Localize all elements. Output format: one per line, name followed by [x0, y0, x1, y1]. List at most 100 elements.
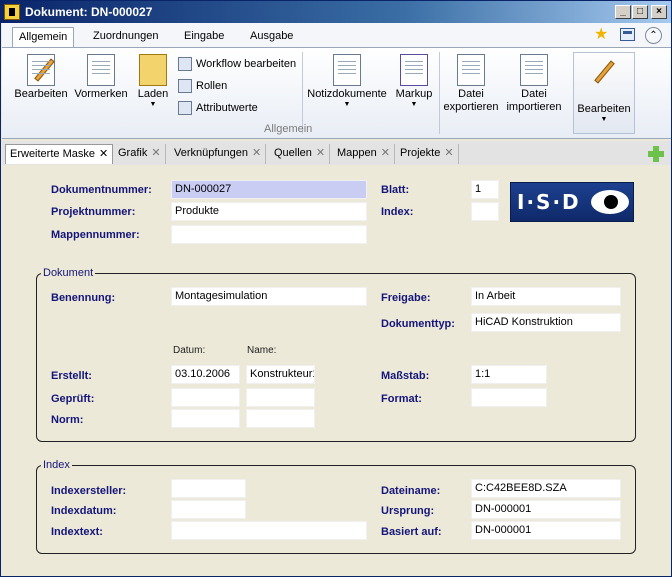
massstab-label: Maßstab: [381, 370, 430, 382]
index-field[interactable] [471, 202, 499, 221]
ursprung-label: Ursprung: [381, 505, 435, 517]
ribbon: Bearbeiten Vormerken Laden ▼ Workflow be… [2, 47, 671, 139]
document-window: Dokument: DN-000027 _ □ × Allgemein Zuor… [0, 0, 672, 577]
erstellt-datum-field[interactable]: 03.10.2006 [171, 365, 240, 384]
isd-logo: I·S·D [510, 182, 634, 222]
indexdatum-field[interactable] [171, 500, 246, 519]
bearbeiten-button[interactable]: Bearbeiten [13, 54, 69, 101]
attributes-icon [178, 101, 192, 115]
note-document-icon [333, 54, 361, 86]
ursprung-field[interactable]: DN-000001 [471, 500, 621, 519]
close-icon[interactable]: ✕ [151, 147, 160, 159]
format-field[interactable] [471, 388, 547, 407]
indexersteller-label: Indexersteller: [51, 485, 127, 497]
close-button[interactable]: × [651, 5, 667, 19]
datei-exportieren-button[interactable]: Datei exportieren [441, 54, 501, 114]
app-icon[interactable] [4, 4, 20, 20]
chevron-down-icon: ▼ [600, 116, 608, 123]
norm-datum-field[interactable] [171, 409, 240, 428]
chevron-down-icon: ▼ [410, 101, 418, 108]
laden-button[interactable]: Laden ▼ [134, 54, 172, 109]
geprueft-label: Geprüft: [51, 393, 95, 405]
format-label: Format: [381, 393, 422, 405]
datei-importieren-button[interactable]: Datei importieren [503, 54, 565, 114]
close-icon[interactable]: ✕ [252, 147, 261, 159]
maximize-button[interactable]: □ [632, 5, 648, 19]
dokumenttyp-label: Dokumenttyp: [381, 318, 455, 330]
freigabe-field[interactable]: In Arbeit [471, 287, 621, 306]
basiert-field[interactable]: DN-000001 [471, 521, 621, 540]
bearbeiten-dropdown-button[interactable]: Bearbeiten ▼ [573, 52, 635, 134]
benennung-field[interactable]: Montagesimulation [171, 287, 367, 306]
markup-icon [400, 54, 428, 86]
basiert-label: Basiert auf: [381, 526, 442, 538]
export-file-icon [457, 54, 485, 86]
blatt-label: Blatt: [381, 184, 410, 196]
rollen-button[interactable]: Rollen [178, 78, 227, 96]
freigabe-label: Freigabe: [381, 292, 431, 304]
eye-icon [591, 190, 629, 214]
erstellt-name-field[interactable]: Konstrukteur1 [246, 365, 315, 384]
datum-header: Datum: [173, 345, 206, 356]
attributwerte-button[interactable]: Attributwerte [178, 100, 258, 118]
tab-mappen[interactable]: Mappen ✕ [333, 144, 395, 164]
norm-name-field[interactable] [246, 409, 315, 428]
geprueft-name-field[interactable] [246, 388, 315, 407]
tab-quellen[interactable]: Quellen ✕ [270, 144, 331, 164]
tab-ausgabe[interactable]: Ausgabe [244, 27, 299, 47]
roles-icon [178, 79, 192, 93]
mappennummer-field[interactable] [171, 225, 367, 244]
close-icon[interactable]: ✕ [444, 147, 453, 159]
star-icon[interactable]: ★ [594, 26, 608, 44]
chevron-down-icon: ▼ [149, 101, 157, 108]
dateiname-field[interactable]: C:C42BEE8D.SZA [471, 479, 621, 498]
vormerken-button[interactable]: Vormerken [72, 54, 130, 101]
import-file-icon [520, 54, 548, 86]
form-content: Dokumentnummer: DN-000027 Projektnummer:… [2, 165, 671, 576]
title-bar[interactable]: Dokument: DN-000027 _ □ × [1, 1, 671, 23]
benennung-label: Benennung: [51, 292, 116, 304]
dateiname-label: Dateiname: [381, 485, 441, 497]
close-icon[interactable]: ✕ [99, 148, 108, 160]
projektnummer-label: Projektnummer: [51, 206, 136, 218]
indexersteller-field[interactable] [171, 479, 246, 498]
folder-icon [139, 54, 167, 86]
tab-projekte[interactable]: Projekte ✕ [396, 144, 459, 164]
minimize-button[interactable]: _ [615, 5, 631, 19]
window-title: Dokument: DN-000027 [25, 5, 153, 19]
massstab-field[interactable]: 1:1 [471, 365, 547, 384]
collapse-ribbon-icon[interactable]: ⌃ [645, 27, 662, 44]
tab-zuordnungen[interactable]: Zuordnungen [87, 27, 164, 47]
norm-label: Norm: [51, 414, 84, 426]
tab-erweiterte-maske[interactable]: Erweiterte Maske ✕ [5, 144, 114, 164]
tab-verknuepfungen[interactable]: Verknüpfungen ✕ [170, 144, 267, 164]
add-tab-icon[interactable] [648, 146, 664, 162]
edit-document-icon [27, 54, 55, 86]
document-tab-bar: Erweiterte Maske ✕ Grafik ✕ Verknüpfungen ✕… [2, 141, 671, 165]
index-legend: Index [43, 459, 70, 471]
name-header: Name: [247, 345, 277, 356]
index-label: Index: [381, 206, 414, 218]
ribbon-group-label: Allgemein [264, 123, 313, 135]
markup-button[interactable]: Markup ▼ [392, 54, 436, 109]
notizdokumente-button[interactable]: Notizdokumente ▼ [307, 54, 387, 109]
dokumentnummer-label: Dokumentnummer: [51, 184, 152, 196]
tab-eingabe[interactable]: Eingabe [178, 27, 230, 47]
dokumenttyp-field[interactable]: HiCAD Konstruktion [471, 313, 621, 332]
close-icon[interactable]: ✕ [316, 147, 325, 159]
chevron-down-icon: ▼ [343, 101, 351, 108]
geprueft-datum-field[interactable] [171, 388, 240, 407]
workflow-button[interactable]: Workflow bearbeiten [178, 56, 296, 74]
dokumentnummer-field[interactable]: DN-000027 [171, 180, 367, 199]
indextext-label: Indextext: [51, 526, 103, 538]
indextext-field[interactable] [171, 521, 367, 540]
ribbon-separator [302, 52, 303, 134]
projektnummer-field[interactable]: Produkte [171, 202, 367, 221]
window-icon[interactable] [620, 28, 635, 41]
close-icon[interactable]: ✕ [381, 147, 390, 159]
blatt-field[interactable]: 1 [471, 180, 499, 199]
dokument-legend: Dokument [43, 267, 94, 279]
erstellt-label: Erstellt: [51, 370, 92, 382]
tab-grafik[interactable]: Grafik ✕ [114, 144, 166, 164]
tab-allgemein[interactable]: Allgemein [12, 27, 75, 47]
